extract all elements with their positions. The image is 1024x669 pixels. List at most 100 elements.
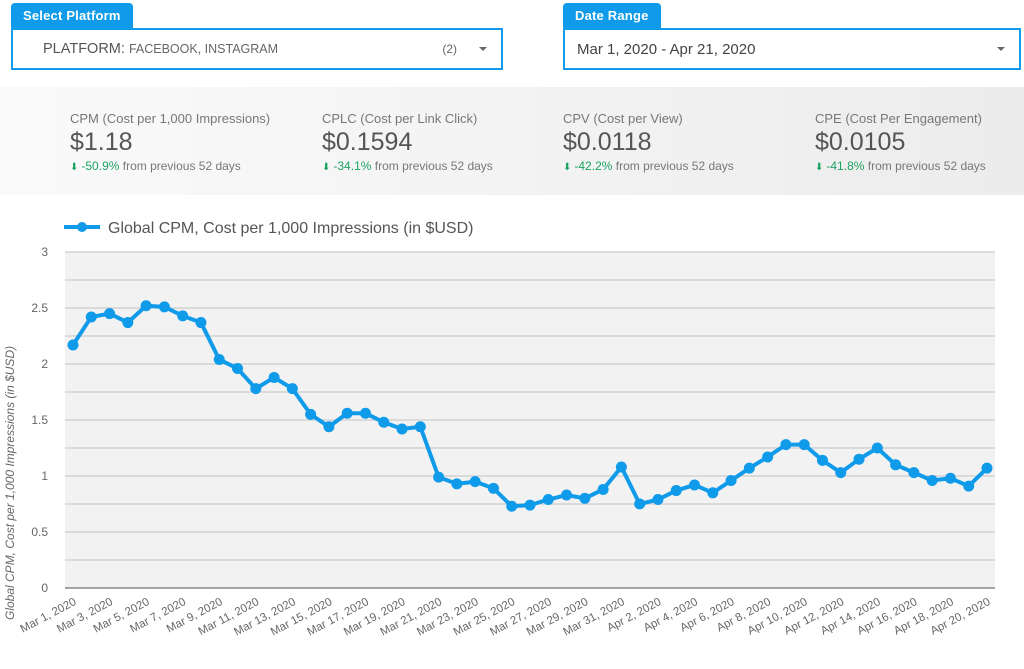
arrow-down-icon: ⬇	[322, 162, 331, 173]
kpi-change-percent: -50.9%	[81, 159, 120, 173]
data-point[interactable]	[725, 474, 737, 486]
data-point[interactable]	[177, 310, 189, 322]
y-tick-label: 2.5	[31, 301, 48, 315]
data-point[interactable]	[762, 451, 774, 463]
data-point[interactable]	[689, 479, 701, 491]
data-point[interactable]	[469, 476, 481, 488]
kpi-label: CPM (Cost per 1,000 Impressions)	[70, 111, 271, 126]
data-point[interactable]	[743, 462, 755, 474]
cpm-line-chart: Global CPM, Cost per 1,000 Impressions (…	[3, 220, 995, 638]
data-point[interactable]	[286, 383, 298, 395]
data-point[interactable]	[195, 317, 207, 329]
data-point[interactable]	[908, 467, 920, 479]
kpi-change-suffix: from previous 52 days	[612, 159, 734, 173]
data-point[interactable]	[652, 494, 664, 506]
data-point[interactable]	[378, 416, 390, 428]
arrow-down-icon: ⬇	[70, 162, 79, 173]
data-point[interactable]	[305, 408, 317, 420]
y-tick-label: 1	[41, 469, 48, 483]
kpi-change-suffix: from previous 52 days	[864, 159, 986, 173]
caret-down-icon[interactable]	[997, 47, 1005, 51]
data-point[interactable]	[341, 407, 353, 419]
legend-label: Global CPM, Cost per 1,000 Impressions (…	[108, 220, 473, 237]
kpi-label: CPE (Cost Per Engagement)	[815, 111, 982, 126]
data-point[interactable]	[853, 453, 865, 465]
kpi-value: $1.18	[70, 128, 133, 156]
data-point[interactable]	[67, 339, 79, 351]
data-point[interactable]	[561, 489, 573, 501]
platform-filter-tab: Select Platform	[11, 3, 133, 29]
data-point[interactable]	[323, 421, 335, 433]
data-point[interactable]	[707, 487, 719, 499]
data-point[interactable]	[981, 462, 993, 474]
platform-values: FACEBOOK, INSTAGRAM	[128, 42, 279, 56]
data-point[interactable]	[85, 311, 97, 323]
data-point[interactable]	[944, 472, 956, 484]
data-point[interactable]	[213, 354, 225, 366]
kpi-change: ⬇ -42.2% from previous 52 days	[563, 159, 734, 173]
data-point[interactable]	[871, 442, 883, 454]
data-point[interactable]	[158, 301, 170, 313]
data-point[interactable]	[597, 483, 609, 495]
data-point[interactable]	[268, 371, 280, 383]
date-range-value: Mar 1, 2020 - Apr 21, 2020	[577, 40, 756, 58]
date-range-tab: Date Range	[563, 3, 661, 29]
kpi-change-percent: -42.2%	[574, 159, 613, 173]
kpi-change: ⬇ -41.8% from previous 52 days	[815, 159, 986, 173]
kpi-value: $0.0105	[815, 128, 906, 156]
caret-down-icon[interactable]	[479, 47, 487, 51]
data-point[interactable]	[835, 467, 847, 479]
kpi-change-percent: -34.1%	[333, 159, 372, 173]
data-point[interactable]	[140, 300, 152, 312]
legend-marker-icon	[77, 222, 87, 232]
data-point[interactable]	[542, 494, 554, 506]
data-point[interactable]	[359, 407, 371, 419]
kpi-cpv: CPV (Cost per View) $0.0118 ⬇ -42.2% from…	[563, 111, 734, 173]
data-point[interactable]	[451, 478, 463, 490]
data-point[interactable]	[615, 461, 627, 473]
kpi-value: $0.0118	[563, 128, 652, 156]
y-tick-label: 3	[41, 245, 48, 259]
data-point[interactable]	[798, 439, 810, 451]
y-axis-title: Global CPM, Cost per 1,000 Impressions (…	[3, 346, 17, 620]
data-point[interactable]	[414, 421, 426, 433]
kpi-value: $0.1594	[322, 128, 413, 156]
kpi-scorecards: CPM (Cost per 1,000 Impressions) $1.18 ⬇…	[0, 87, 1024, 195]
y-tick-label: 0	[41, 581, 48, 595]
platform-count: (2)	[442, 42, 457, 56]
y-tick-label: 2	[41, 357, 48, 371]
data-point[interactable]	[926, 474, 938, 486]
kpi-change: ⬇ -34.1% from previous 52 days	[322, 159, 493, 173]
arrow-down-icon: ⬇	[815, 162, 824, 173]
data-point[interactable]	[780, 439, 792, 451]
data-point[interactable]	[433, 471, 445, 483]
data-point[interactable]	[487, 482, 499, 494]
data-point[interactable]	[232, 362, 244, 374]
y-tick-label: 0.5	[31, 525, 48, 539]
data-point[interactable]	[104, 308, 116, 320]
data-point[interactable]	[506, 500, 518, 512]
chart-legend[interactable]: Global CPM, Cost per 1,000 Impressions (…	[64, 220, 473, 237]
data-point[interactable]	[890, 459, 902, 471]
date-range-dropdown[interactable]: Mar 1, 2020 - Apr 21, 2020	[563, 28, 1021, 70]
data-point[interactable]	[250, 383, 262, 395]
kpi-change-suffix: from previous 52 days	[371, 159, 493, 173]
kpi-cplc: CPLC (Cost per Link Click) $0.1594 ⬇ -34.…	[322, 111, 493, 173]
data-point[interactable]	[634, 498, 646, 510]
platform-dropdown[interactable]: PLATFORM: FACEBOOK, INSTAGRAM (2)	[11, 28, 503, 70]
data-point[interactable]	[396, 423, 408, 435]
data-point[interactable]	[524, 499, 536, 511]
kpi-change: ⬇ -50.9% from previous 52 days	[70, 159, 270, 173]
data-point[interactable]	[579, 492, 591, 504]
kpi-change-percent: -41.8%	[826, 159, 865, 173]
platform-colon: :	[120, 41, 129, 57]
kpi-label: CPV (Cost per View)	[563, 111, 683, 126]
kpi-cpm: CPM (Cost per 1,000 Impressions) $1.18 ⬇…	[70, 111, 270, 173]
kpi-cpe: CPE (Cost Per Engagement) $0.0105 ⬇ -41.8…	[815, 111, 986, 173]
data-point[interactable]	[963, 480, 975, 492]
arrow-down-icon: ⬇	[563, 162, 572, 173]
data-point[interactable]	[670, 485, 682, 497]
data-point[interactable]	[122, 317, 134, 329]
data-point[interactable]	[816, 454, 828, 466]
platform-key: PLATFORM	[43, 41, 121, 57]
